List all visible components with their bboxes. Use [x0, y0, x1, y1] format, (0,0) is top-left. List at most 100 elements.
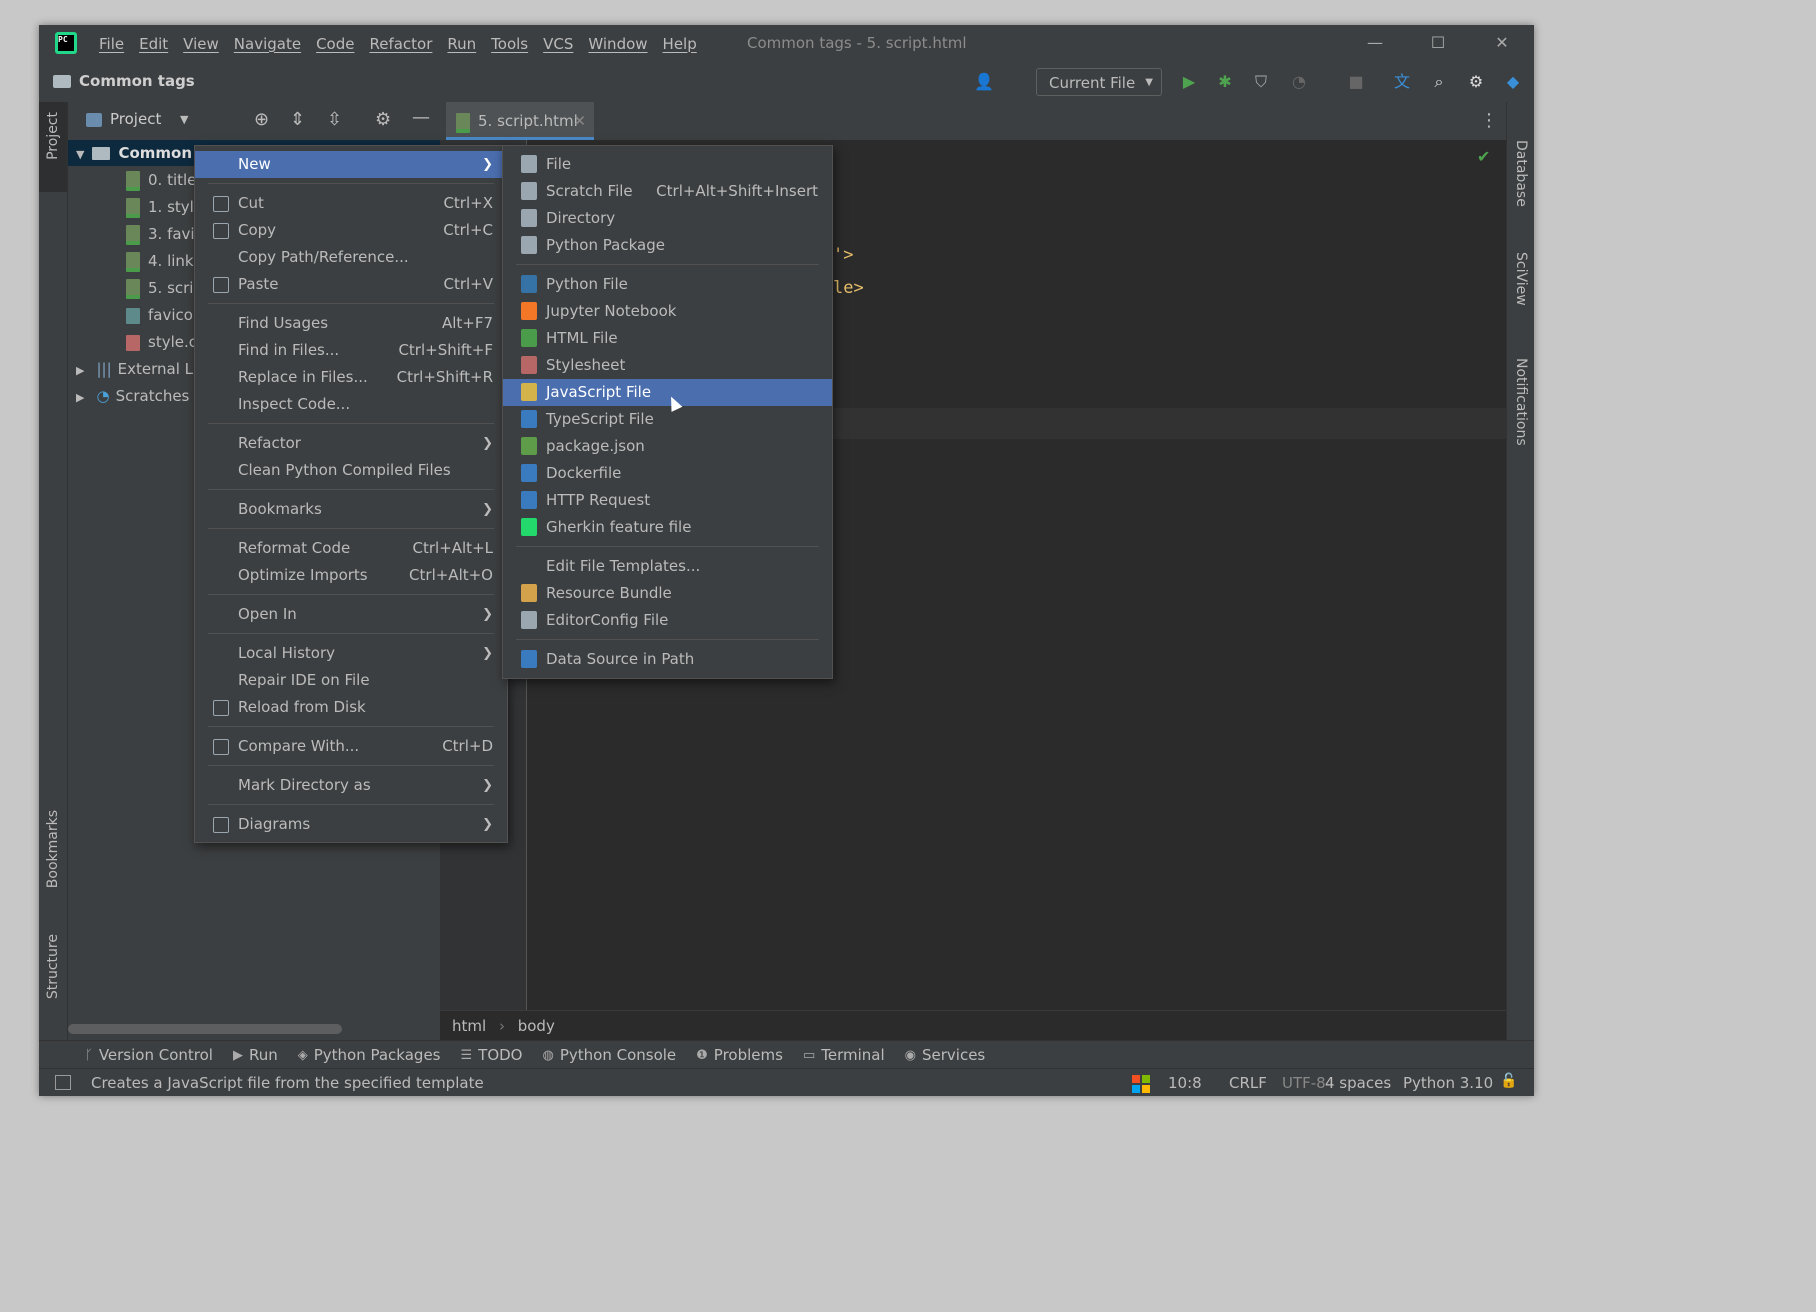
context-menu-compare-with[interactable]: Compare With... Ctrl+D — [195, 733, 507, 760]
breadcrumb-body[interactable]: body — [518, 1017, 555, 1035]
new-jupyter-notebook[interactable]: Jupyter Notebook — [503, 298, 832, 325]
context-menu-optimize-imports[interactable]: Optimize Imports Ctrl+Alt+O — [195, 562, 507, 589]
tree-file[interactable]: 0. title — [126, 167, 196, 193]
menu-window[interactable]: Window — [588, 35, 647, 53]
new-package-json[interactable]: package.json — [503, 433, 832, 460]
new-edit-file-templates[interactable]: Edit File Templates... — [503, 553, 832, 580]
context-menu-copy[interactable]: Copy Ctrl+C — [195, 217, 507, 244]
user-icon[interactable]: 👤 — [974, 72, 994, 92]
jetbrains-ai-icon[interactable]: ◆ — [1503, 72, 1523, 92]
tree-scratches[interactable]: ▶ ◔ Scratches — [76, 383, 189, 409]
chevron-down-icon[interactable]: ▼ — [180, 113, 188, 126]
tool-window-python-packages[interactable]: ◈ Python Packages — [298, 1046, 441, 1064]
menu-navigate[interactable]: Navigate — [234, 35, 301, 53]
editor-tab[interactable]: 5. script.html ✕ — [446, 102, 594, 140]
new-file[interactable]: File — [503, 151, 832, 178]
maximize-icon[interactable]: ☐ — [1426, 31, 1450, 55]
run-icon[interactable]: ▶ — [1179, 72, 1199, 92]
tool-window-services[interactable]: ◉ Services — [905, 1046, 986, 1064]
menu-code[interactable]: Code — [316, 35, 354, 53]
tool-window-version-control[interactable]: ᚴ Version Control — [85, 1046, 213, 1064]
tree-file[interactable]: 1. styl — [126, 194, 194, 220]
inspection-ok-icon[interactable]: ✔ — [1477, 147, 1490, 166]
tree-external-libraries[interactable]: ▶ ||| External L — [76, 356, 193, 382]
context-menu-local-history[interactable]: Local History ❯ — [195, 640, 507, 667]
context-menu-repair-ide-on-file[interactable]: Repair IDE on File — [195, 667, 507, 694]
new-typescript-file[interactable]: TypeScript File — [503, 406, 832, 433]
tree-file[interactable]: 3. favi — [126, 221, 195, 247]
tree-file[interactable]: 4. link — [126, 248, 194, 274]
gear-icon[interactable]: ⚙ — [375, 109, 391, 130]
indent-setting[interactable]: 4 spaces — [1325, 1074, 1391, 1092]
file-encoding[interactable]: UTF-8 — [1282, 1074, 1326, 1092]
new-scratch-file[interactable]: Scratch File Ctrl+Alt+Shift+Insert — [503, 178, 832, 205]
context-menu-copy-path-reference[interactable]: Copy Path/Reference... — [195, 244, 507, 271]
new-dockerfile[interactable]: Dockerfile — [503, 460, 832, 487]
new-html-file[interactable]: HTML File — [503, 325, 832, 352]
tool-window-problems[interactable]: ❶ Problems — [696, 1046, 783, 1064]
hide-icon[interactable]: — — [412, 107, 430, 128]
context-menu-reformat-code[interactable]: Reformat Code Ctrl+Alt+L — [195, 535, 507, 562]
context-menu-refactor[interactable]: Refactor ❯ — [195, 430, 507, 457]
context-menu-cut[interactable]: Cut Ctrl+X — [195, 190, 507, 217]
context-menu-diagrams[interactable]: Diagrams ❯ — [195, 811, 507, 838]
menu-vcs[interactable]: VCS — [543, 35, 573, 53]
tree-file[interactable]: favico — [126, 302, 193, 328]
python-interpreter[interactable]: Python 3.10 — [1403, 1074, 1493, 1092]
database-tool-button[interactable]: Database — [1513, 140, 1529, 207]
minimize-icon[interactable]: — — [1363, 31, 1387, 55]
tool-window-todo[interactable]: ☰ TODO — [461, 1046, 523, 1064]
context-menu-mark-directory-as[interactable]: Mark Directory as ❯ — [195, 772, 507, 799]
settings-icon[interactable]: ⚙ — [1466, 72, 1486, 92]
menu-file[interactable]: File — [99, 35, 124, 53]
translate-icon[interactable]: 文 — [1392, 72, 1412, 92]
context-menu-inspect-code[interactable]: Inspect Code... — [195, 391, 507, 418]
menu-refactor[interactable]: Refactor — [369, 35, 432, 53]
structure-tool-button[interactable]: Structure — [45, 934, 61, 999]
notifications-tool-button[interactable]: Notifications — [1513, 358, 1529, 446]
menu-help[interactable]: Help — [663, 35, 697, 53]
tree-file[interactable]: style.c — [126, 329, 197, 355]
tree-root-node[interactable]: ▼ Common — [76, 140, 192, 166]
collapse-all-icon[interactable]: ⇳ — [327, 109, 342, 130]
context-menu-find-in-files[interactable]: Find in Files... Ctrl+Shift+F — [195, 337, 507, 364]
unlock-icon[interactable]: 🔓 — [1500, 1073, 1517, 1089]
new-resource-bundle[interactable]: Resource Bundle — [503, 580, 832, 607]
tool-window-run[interactable]: ▶ Run — [233, 1046, 278, 1064]
close-tab-icon[interactable]: ✕ — [573, 102, 586, 140]
coverage-icon[interactable]: ⛉ — [1251, 72, 1271, 92]
menu-edit[interactable]: Edit — [139, 35, 168, 53]
tool-window-python-console[interactable]: ◍ Python Console — [542, 1046, 676, 1064]
context-menu-replace-in-files[interactable]: Replace in Files... Ctrl+Shift+R — [195, 364, 507, 391]
line-separator[interactable]: CRLF — [1229, 1074, 1267, 1092]
new-python-file[interactable]: Python File — [503, 271, 832, 298]
new-data-source-in-path[interactable]: Data Source in Path — [503, 646, 832, 673]
new-stylesheet[interactable]: Stylesheet — [503, 352, 832, 379]
context-menu-bookmarks[interactable]: Bookmarks ❯ — [195, 496, 507, 523]
debug-icon[interactable]: ✱ — [1215, 72, 1235, 92]
stop-icon[interactable]: ■ — [1346, 72, 1366, 92]
context-menu-reload-from-disk[interactable]: Reload from Disk — [195, 694, 507, 721]
tool-window-terminal[interactable]: ▭ Terminal — [803, 1046, 885, 1064]
horizontal-scrollbar[interactable] — [68, 1024, 342, 1034]
run-config-select[interactable]: Current File ▼ — [1036, 68, 1162, 96]
search-icon[interactable]: ⌕ — [1429, 72, 1449, 92]
menu-run[interactable]: Run — [447, 35, 476, 53]
context-menu-new[interactable]: New ❯ — [195, 151, 507, 178]
more-options-icon[interactable]: ⋮ — [1480, 110, 1498, 131]
profile-icon[interactable]: ◔ — [1289, 72, 1309, 92]
layout-icon[interactable] — [55, 1075, 71, 1090]
breadcrumb-html[interactable]: html — [452, 1017, 486, 1035]
project-tool-button[interactable]: Project — [45, 112, 61, 160]
new-directory[interactable]: Directory — [503, 205, 832, 232]
new-gherkin-feature-file[interactable]: Gherkin feature file — [503, 514, 832, 541]
context-menu-clean-python-compiled-files[interactable]: Clean Python Compiled Files — [195, 457, 507, 484]
close-icon[interactable]: ✕ — [1490, 31, 1514, 55]
new-python-package[interactable]: Python Package — [503, 232, 832, 259]
locate-icon[interactable]: ⊕ — [254, 109, 269, 130]
caret-position[interactable]: 10:8 — [1168, 1074, 1202, 1092]
project-breadcrumb[interactable]: Common tags — [53, 72, 195, 90]
tree-file[interactable]: 5. scri — [126, 275, 193, 301]
project-view-select[interactable]: Project — [110, 110, 161, 128]
new-editorconfig-file[interactable]: EditorConfig File — [503, 607, 832, 634]
